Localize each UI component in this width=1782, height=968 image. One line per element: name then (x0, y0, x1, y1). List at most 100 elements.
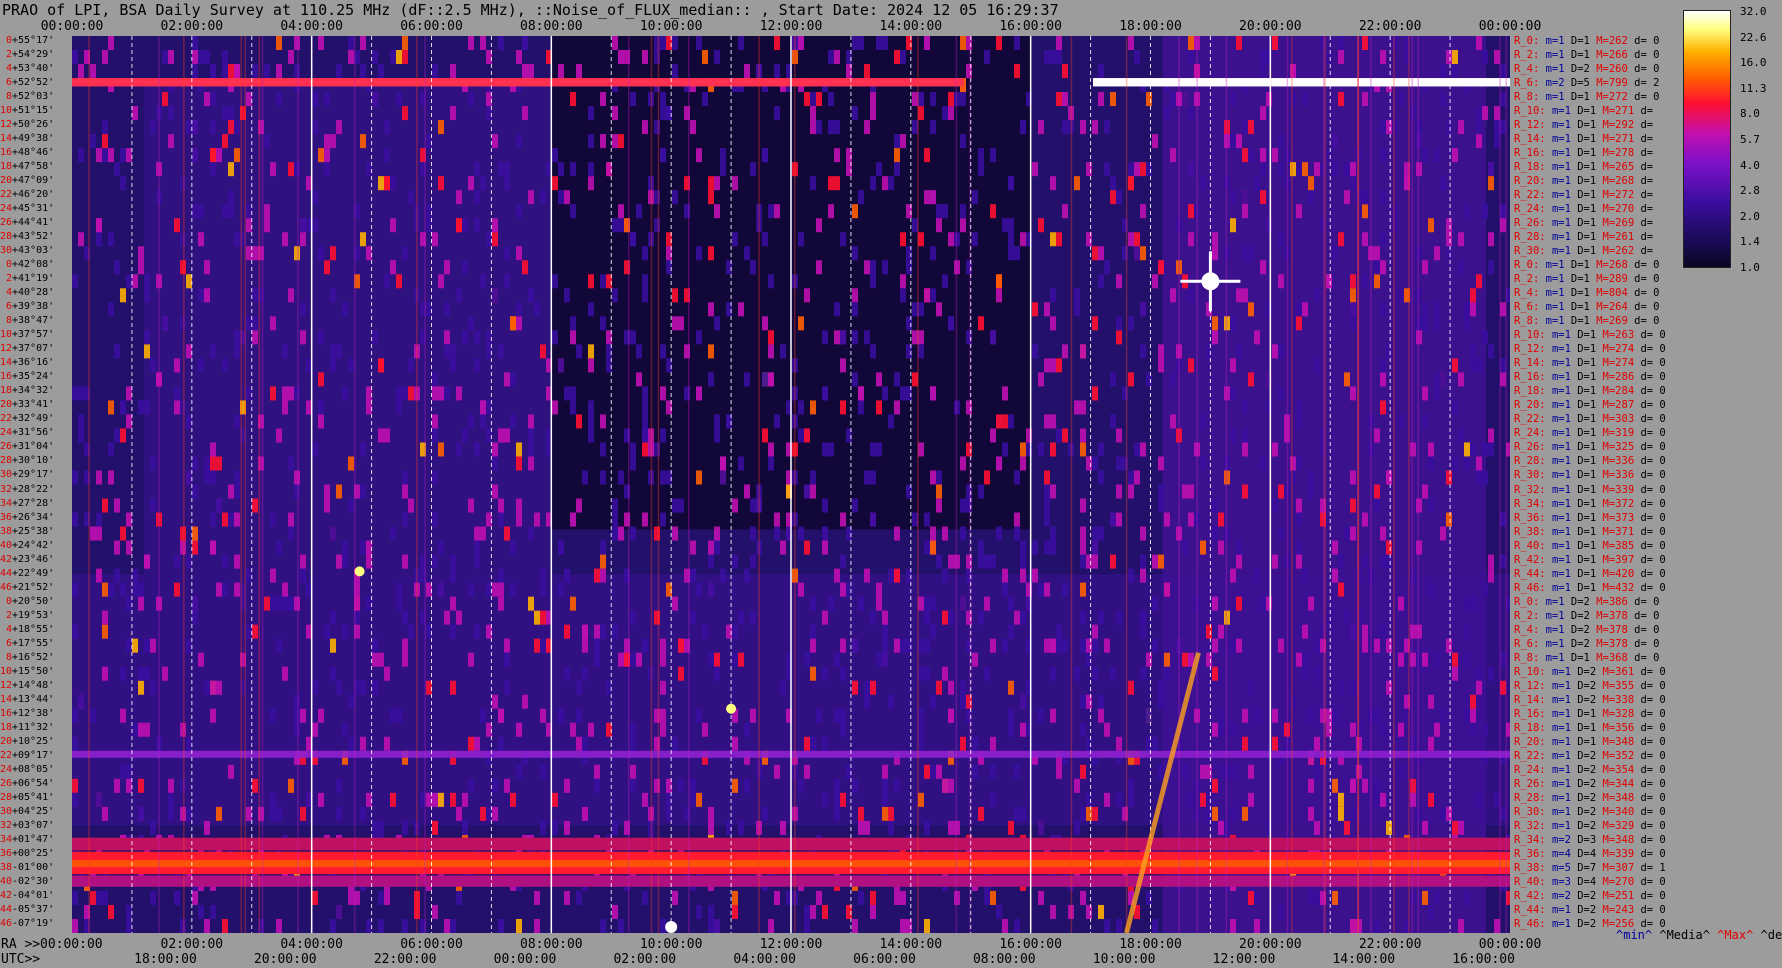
stat-devia: d= 0 (1634, 315, 1660, 328)
heatmap-cell (270, 708, 276, 723)
heatmap-cell (828, 596, 834, 611)
heatmap-cell (504, 652, 510, 667)
heatmap-cell (1164, 106, 1170, 121)
stat-max: M=338 (1602, 693, 1641, 706)
heatmap-cell (1464, 456, 1470, 471)
heatmap-cell (294, 162, 300, 177)
heatmap-cell (1104, 260, 1110, 275)
heatmap-cell (576, 680, 582, 695)
heatmap-cell (1044, 302, 1050, 317)
heatmap-cell (678, 666, 684, 681)
dec-index: 0 (5, 259, 12, 271)
heatmap-cell (468, 582, 474, 597)
stat-beam: R_4: (1514, 63, 1546, 76)
heatmap-cell (558, 190, 564, 205)
heatmap-cell (1248, 120, 1254, 135)
stat-devia: d= 0 (1640, 889, 1666, 902)
heatmap-cell (984, 50, 990, 65)
stat-min: m=2 (1551, 833, 1578, 846)
heatmap-cell (162, 92, 168, 107)
heatmap-cell (360, 232, 366, 247)
stat-devia: d= 0 (1640, 735, 1666, 748)
dec-row: 46+21°52' (0, 582, 72, 597)
heatmap-cell (1440, 526, 1446, 541)
stat-median: D=1 (1570, 315, 1597, 328)
top-tick-label: 00:00:00 (1478, 19, 1542, 34)
heatmap-cell (228, 120, 234, 135)
stat-max: M=268 (1596, 259, 1635, 272)
heatmap-cell (1140, 526, 1146, 541)
heatmap-cell (582, 624, 588, 639)
heatmap-cell (990, 764, 996, 779)
heatmap-cell (1200, 414, 1206, 429)
heatmap-cell (972, 190, 978, 205)
stat-median: D=1 (1577, 329, 1603, 342)
heatmap-cell (918, 638, 924, 653)
heatmap-cell (1344, 372, 1350, 387)
heatmap-cell (708, 806, 714, 821)
stat-max: M=261 (1602, 231, 1641, 244)
heatmap-cell (294, 386, 300, 401)
heatmap-cell (588, 176, 594, 191)
stat-beam: R_42: (1514, 553, 1552, 566)
heatmap-cell (1398, 414, 1404, 429)
stat-row: R_28: m=1 D=1 M=336 d= 0 (1514, 456, 1666, 470)
stat-max: M=356 (1602, 721, 1641, 734)
stat-min: m=1 (1551, 245, 1578, 258)
heatmap-cell (474, 624, 480, 639)
heatmap-cell (630, 92, 636, 107)
heatmap-cell (120, 582, 126, 597)
heatmap-cell (1278, 526, 1284, 541)
stat-min: m=1 (1545, 63, 1571, 76)
heatmap-cell (810, 106, 816, 121)
stat-row: R_22: m=1 D=2 M=352 d= 0 (1514, 751, 1666, 765)
heatmap-cell (978, 806, 984, 821)
stat-row: R_28: m=1 D=2 M=348 d= 0 (1514, 793, 1666, 807)
heatmap-cell (864, 680, 870, 695)
heatmap-cell (870, 344, 876, 359)
heatmap-cell (1020, 540, 1026, 555)
stat-beam: R_12: (1514, 343, 1552, 356)
heatmap-cell (876, 372, 882, 387)
heatmap-cell (1188, 106, 1194, 121)
dec-value: -07°19' (12, 917, 55, 929)
heatmap-cell (1116, 428, 1122, 443)
heatmap-cell (1374, 484, 1380, 499)
heatmap-cell (360, 484, 366, 499)
heatmap-cell (1014, 918, 1020, 933)
heatmap-cell (870, 610, 876, 625)
heatmap-cell (1062, 344, 1068, 359)
heatmap-cell (504, 246, 510, 261)
heatmap-cell (1242, 246, 1248, 261)
heatmap-cell (996, 288, 1002, 303)
heatmap-cell (708, 176, 714, 191)
heatmap-cell (300, 302, 306, 317)
stat-max: M=378 (1596, 623, 1635, 636)
stat-row: R_4: m=1 D=2 M=378 d= 0 (1514, 623, 1659, 639)
heatmap-cell (276, 428, 282, 443)
heatmap-cell (810, 904, 816, 919)
heatmap-cell (1482, 330, 1488, 345)
heatmap-cell (798, 36, 804, 51)
stat-row: R_26: m=1 D=1 M=269 d= (1514, 218, 1653, 232)
heatmap-cell (270, 162, 276, 177)
dec-index: 38 (0, 525, 13, 537)
stat-devia: d= 0 (1640, 707, 1666, 720)
utc-tick-label: 16:00:00 (1452, 952, 1515, 967)
heatmap-cell (282, 596, 288, 611)
heatmap-cell (192, 64, 198, 79)
heatmap-cell (888, 806, 894, 821)
stat-devia: d= 0 (1634, 63, 1660, 76)
heatmap-cell (438, 792, 444, 807)
heatmap-cell (114, 428, 120, 443)
heatmap-cell (552, 274, 558, 289)
stat-median: D=1 (1577, 427, 1603, 440)
stat-max: M=372 (1602, 497, 1641, 510)
heatmap-cell (930, 288, 936, 303)
heatmap-cell (204, 260, 210, 275)
heatmap-cell (708, 918, 714, 933)
heatmap-cell (1314, 736, 1320, 751)
heatmap-cell (1170, 372, 1176, 387)
stat-median: D=1 (1577, 231, 1603, 244)
stat-max: M=284 (1602, 385, 1641, 398)
